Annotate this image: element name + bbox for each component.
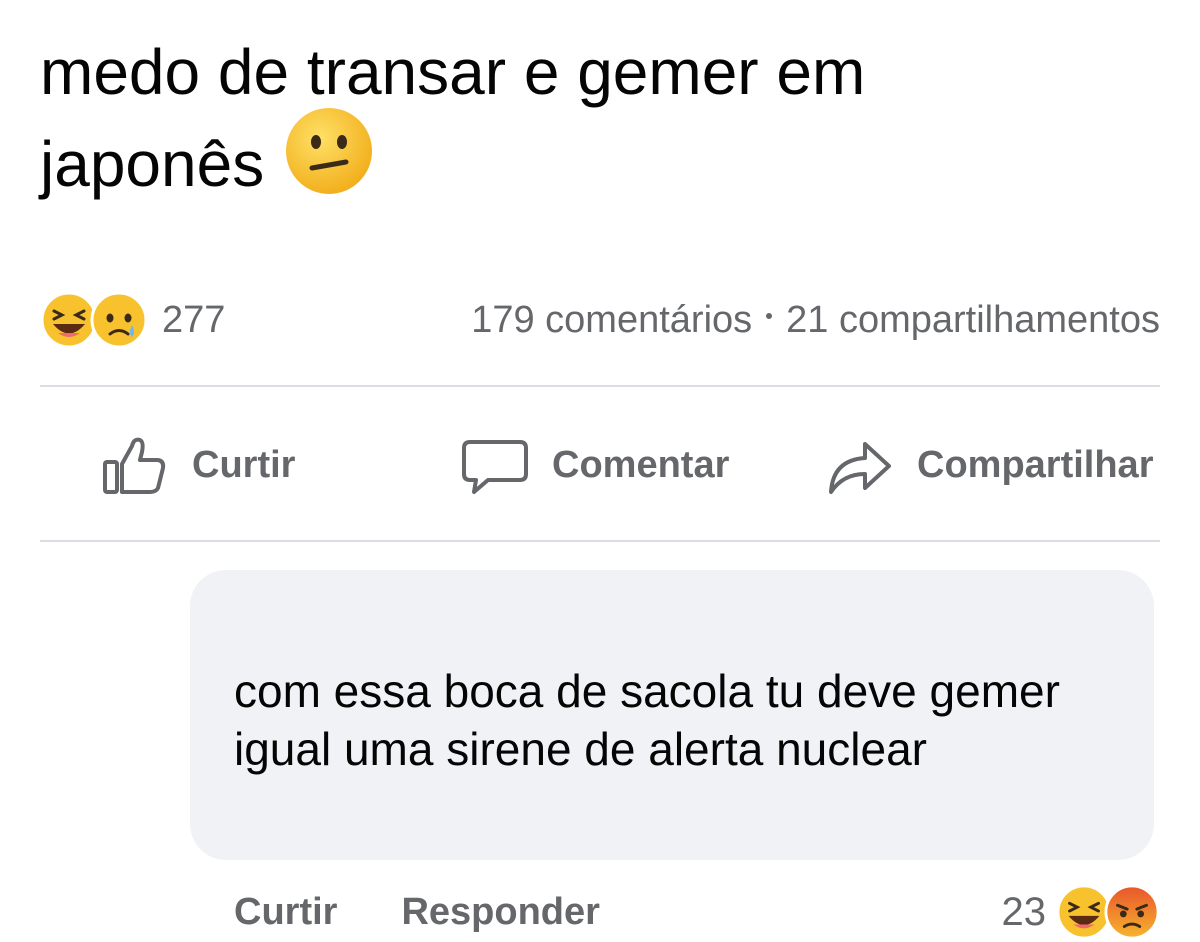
shares-count[interactable]: 21 compartilhamentos bbox=[786, 299, 1160, 342]
engagement-counts: 179 comentários 21 compartilhamentos bbox=[471, 290, 1160, 350]
comment-label: Comentar bbox=[552, 443, 730, 486]
thumbs-up-icon bbox=[100, 430, 192, 500]
comments-count[interactable]: 179 comentários bbox=[471, 299, 752, 342]
comment-reactions[interactable]: 23 bbox=[1002, 882, 1161, 942]
divider-top bbox=[40, 385, 1160, 387]
comment-reply-button[interactable]: Responder bbox=[401, 891, 599, 934]
post-actions: Curtir Comentar Compartilhar bbox=[40, 400, 1180, 530]
post-text-line1: medo de transar e gemer em bbox=[40, 36, 866, 108]
comment-text: com essa boca de sacola tu deve gemer ig… bbox=[234, 665, 1060, 775]
reactions-summary[interactable]: 277 bbox=[40, 290, 225, 350]
post-stats: 277 179 comentários 21 compartilhamentos bbox=[40, 290, 1160, 350]
post-text: medo de transar e gemer em japonês bbox=[40, 30, 1160, 224]
share-button[interactable]: Compartilhar bbox=[825, 400, 1153, 530]
post-text-line2: japonês bbox=[40, 127, 265, 200]
crying-face-icon bbox=[90, 291, 148, 349]
comment-actions: Curtir Responder bbox=[234, 882, 664, 942]
comment-reaction-count: 23 bbox=[1001, 889, 1047, 934]
like-label: Curtir bbox=[192, 443, 296, 486]
divider-bottom bbox=[40, 540, 1160, 542]
share-label: Compartilhar bbox=[917, 443, 1154, 486]
comment-bubble-icon bbox=[460, 430, 552, 500]
like-button[interactable]: Curtir bbox=[100, 400, 295, 530]
comment-like-button[interactable]: Curtir bbox=[234, 891, 337, 934]
reaction-count: 277 bbox=[162, 298, 226, 341]
comment-button[interactable]: Comentar bbox=[460, 400, 729, 530]
confused-face-icon bbox=[284, 106, 374, 216]
share-arrow-icon bbox=[825, 430, 917, 500]
comment: com essa boca de sacola tu deve gemer ig… bbox=[0, 560, 1200, 940]
angry-face-icon bbox=[1104, 884, 1160, 940]
separator-dot bbox=[766, 313, 773, 319]
